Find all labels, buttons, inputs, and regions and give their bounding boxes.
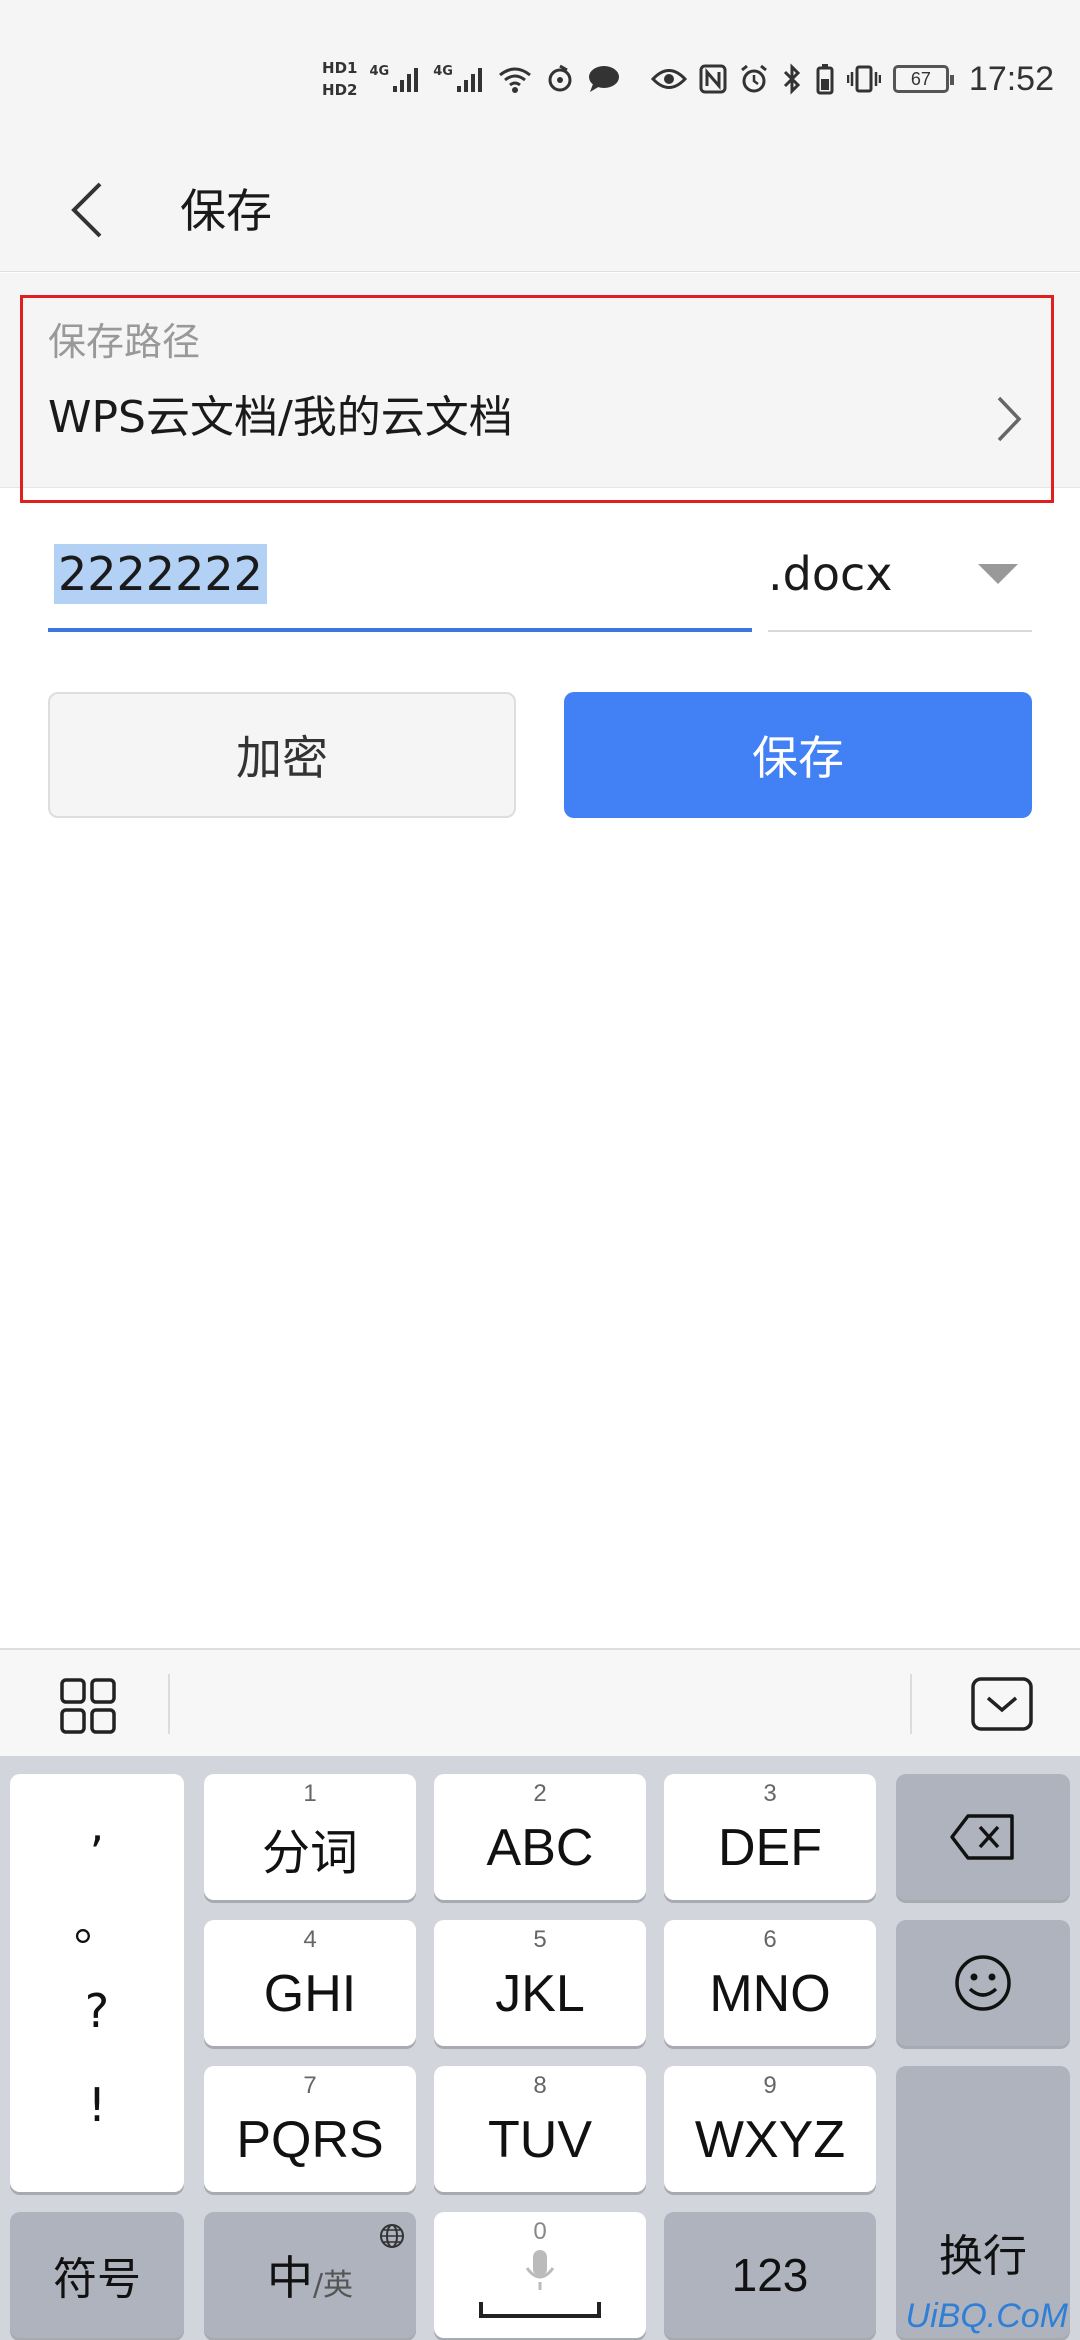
battery-icon: 67	[892, 65, 954, 93]
key-number: 8	[533, 2072, 547, 2099]
key-label: JKL	[495, 1965, 585, 2023]
back-arrow-icon	[71, 182, 102, 238]
grid-menu-icon[interactable]	[58, 1676, 118, 1736]
key-number: 7	[303, 2072, 317, 2099]
save-path-label: 保存路径	[48, 320, 201, 364]
sync-icon	[548, 64, 572, 92]
language-switch-key[interactable]: 中 /英	[204, 2212, 416, 2338]
punct-comma-key[interactable]: ,	[10, 1798, 184, 1852]
key-2[interactable]: 2 ABC	[434, 1774, 646, 1900]
encrypt-button[interactable]: 加密	[48, 692, 516, 818]
space-number: 0	[533, 2218, 547, 2245]
message-icon	[588, 66, 619, 92]
symbols-key[interactable]: 符号	[10, 2212, 184, 2338]
key-label: PQRS	[236, 2111, 384, 2169]
key-label: TUV	[488, 2111, 592, 2169]
dropdown-arrow-icon	[978, 564, 1018, 584]
symbols-label: 符号	[53, 2254, 141, 2305]
keyboard-toolbar	[0, 1648, 1080, 1756]
clock: 17:52	[968, 59, 1054, 98]
eye-icon	[650, 69, 687, 89]
save-path-row[interactable]: 保存路径 WPS云文档/我的云文档	[0, 273, 1080, 488]
key-label: MNO	[709, 1965, 831, 2023]
save-path-value: WPS云文档/我的云文档	[48, 392, 513, 443]
key-label: DEF	[718, 1819, 822, 1877]
hide-keyboard-icon[interactable]	[970, 1676, 1034, 1732]
key-label: WXYZ	[694, 2111, 846, 2169]
toolbar-divider	[910, 1674, 912, 1734]
key-number: 3	[763, 1780, 777, 1807]
signal-2-icon: 4G	[433, 64, 485, 94]
key-3[interactable]: 3 DEF	[664, 1774, 876, 1900]
key-number: 6	[763, 1926, 777, 1953]
back-button[interactable]	[48, 170, 128, 250]
microphone-icon	[525, 2250, 555, 2290]
extension-value: .docx	[768, 547, 893, 601]
key-5[interactable]: 5 JKL	[434, 1920, 646, 2046]
filename-value: 2222222	[54, 544, 267, 604]
key-9[interactable]: 9 WXYZ	[664, 2066, 876, 2192]
wifi-icon	[498, 67, 531, 93]
hd-indicators: HD1 HD2	[322, 59, 357, 99]
emoji-key[interactable]	[896, 1920, 1070, 2046]
key-4[interactable]: 4 GHI	[204, 1920, 416, 2046]
key-label: 分词	[261, 1825, 358, 1881]
lang-sub-label: /英	[312, 2268, 354, 2303]
key-number: 2	[533, 1780, 547, 1807]
keyboard: , 。 ? ! 1 分词 2 ABC 3 DEF 4 GHI 5 JKL 6 M…	[0, 1756, 1080, 2340]
key-number: 1	[303, 1780, 317, 1807]
battery-level: 67	[910, 68, 931, 89]
battery-saver-icon	[816, 64, 834, 95]
key-number: 9	[763, 2072, 777, 2099]
space-bar-icon	[479, 2302, 601, 2318]
emoji-icon	[955, 1955, 1011, 2011]
signal-1-icon: 4G	[369, 64, 421, 94]
key-7[interactable]: 7 PQRS	[204, 2066, 416, 2192]
vibrate-icon	[846, 65, 881, 93]
punctuation-column[interactable]: , 。 ? !	[10, 1774, 184, 2192]
filename-input[interactable]: 2222222	[48, 522, 752, 632]
key-1[interactable]: 1 分词	[204, 1774, 416, 1900]
backspace-key[interactable]	[896, 1774, 1070, 1900]
punct-exclaim-key[interactable]: !	[10, 2078, 184, 2132]
punct-question-key[interactable]: ?	[10, 1984, 184, 2038]
key-8[interactable]: 8 TUV	[434, 2066, 646, 2192]
numbers-label: 123	[731, 2249, 809, 2301]
punct-period-key[interactable]: 。	[10, 1888, 184, 1954]
app-header: 保存	[0, 150, 1080, 272]
status-icons: HD1 HD2 4G 4G 67 17:52	[322, 52, 1054, 106]
network-type-1: 4G	[369, 64, 390, 79]
hd1-indicator: HD1	[322, 59, 358, 77]
extension-select[interactable]: .docx	[768, 522, 1032, 632]
key-number: 4	[303, 1926, 317, 1953]
space-key[interactable]: 0	[434, 2212, 646, 2338]
key-label: ABC	[486, 1819, 594, 1877]
toolbar-divider	[168, 1674, 170, 1734]
key-number: 5	[533, 1926, 547, 1953]
network-type-2: 4G	[433, 64, 453, 79]
watermark: UiBQ.CoM	[905, 2297, 1068, 2335]
globe-icon	[380, 2224, 404, 2248]
bluetooth-icon	[783, 63, 801, 95]
hd2-indicator: HD2	[322, 81, 358, 99]
page-title: 保存	[180, 184, 272, 238]
save-button[interactable]: 保存	[564, 692, 1032, 818]
lang-main-label: 中	[266, 2251, 313, 2305]
chevron-right-icon	[978, 389, 1038, 449]
backspace-icon	[950, 1814, 1014, 1860]
alarm-icon	[740, 64, 767, 93]
key-6[interactable]: 6 MNO	[664, 1920, 876, 2046]
key-label: GHI	[263, 1965, 357, 2023]
status-bar: HD1 HD2 4G 4G 67 17:52	[0, 0, 1080, 150]
enter-label: 换行	[939, 2231, 1027, 2282]
nfc-icon	[699, 64, 727, 94]
numbers-key[interactable]: 123	[664, 2212, 876, 2338]
